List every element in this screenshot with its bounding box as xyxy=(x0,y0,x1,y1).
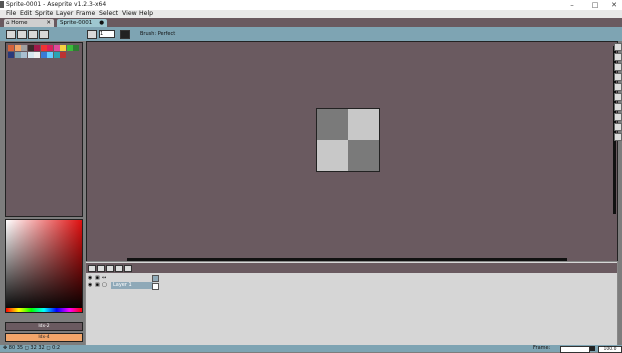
app-icon xyxy=(0,1,4,8)
link-icon[interactable]: ▢ xyxy=(102,282,107,288)
title-bar: Sprite-0001 - Aseprite v1.2.3-x64 – □ ✕ xyxy=(0,0,622,10)
background-color[interactable]: Idx-4 xyxy=(5,333,83,342)
tab-modified-icon[interactable]: ● xyxy=(99,19,104,27)
palette-swatch[interactable] xyxy=(40,52,47,58)
tab-sprite-label: Sprite-0001 xyxy=(60,20,93,26)
tool-icon[interactable] xyxy=(614,103,622,111)
timeline-controls xyxy=(86,263,617,273)
palette-swatch[interactable] xyxy=(60,45,66,51)
pencil-tool-icon[interactable] xyxy=(6,30,16,39)
close-window-button[interactable]: ✕ xyxy=(604,0,622,10)
menu-select[interactable]: Select xyxy=(99,10,118,18)
minimize-button[interactable]: – xyxy=(562,0,582,10)
palette-swatch[interactable] xyxy=(21,45,27,51)
menu-file[interactable]: File xyxy=(6,10,16,18)
tool-icon[interactable] xyxy=(614,93,622,101)
tool-icon[interactable] xyxy=(614,123,622,131)
palette-swatch[interactable] xyxy=(8,45,14,51)
timeline: ◉ ▣ ↔ ◉ ▣ ▢ Layer 1 xyxy=(85,261,618,347)
next-frame-icon[interactable] xyxy=(115,265,123,272)
status-coords: ✥ 80 35 ◻ 32 32 ◻ 0:2 xyxy=(3,345,61,351)
palette-swatch[interactable] xyxy=(53,45,60,51)
sprite-canvas[interactable] xyxy=(316,108,380,172)
brush-type-icon[interactable] xyxy=(87,30,97,39)
lock-icon[interactable]: ▣ xyxy=(95,282,100,288)
menu-frame[interactable]: Frame xyxy=(76,10,95,18)
tab-sprite[interactable]: Sprite-0001 ● xyxy=(57,19,107,27)
tool-icon[interactable] xyxy=(614,53,622,61)
layer-name[interactable]: Layer 1 xyxy=(111,282,153,289)
visibility-header-icon: ◉ xyxy=(88,275,93,281)
palette xyxy=(5,42,83,217)
brush-size-input[interactable]: 1 xyxy=(99,30,115,38)
foreground-color[interactable]: Idx-2 xyxy=(5,322,83,331)
lock-header-icon: ▣ xyxy=(95,275,100,281)
palette-swatch[interactable] xyxy=(14,45,21,51)
checker-cell xyxy=(348,109,379,140)
tool-icon[interactable] xyxy=(614,133,622,141)
menu-layer[interactable]: Layer xyxy=(56,10,73,18)
menu-bar: File Edit Sprite Layer Frame Select View… xyxy=(0,10,622,18)
palette-swatch[interactable] xyxy=(73,45,79,51)
status-bar: ✥ 80 35 ◻ 32 32 ◻ 0:2 Frame: 100.0 xyxy=(0,345,622,353)
tab-home[interactable]: ⌂ Home ✕ xyxy=(4,19,54,27)
palette-swatch[interactable] xyxy=(14,52,21,58)
layer-row[interactable]: ◉ ▣ ▢ Layer 1 xyxy=(86,282,617,290)
palette-swatch[interactable] xyxy=(27,45,34,51)
play-icon[interactable] xyxy=(106,265,114,272)
palette-swatch[interactable] xyxy=(34,52,40,58)
frame-label: Frame: xyxy=(533,345,551,351)
palette-swatch[interactable] xyxy=(47,45,53,51)
prev-frame-icon[interactable] xyxy=(97,265,105,272)
eraser-tool-icon[interactable] xyxy=(28,30,38,39)
first-frame-icon[interactable] xyxy=(88,265,96,272)
tool-icon[interactable] xyxy=(614,83,622,91)
fill-tool-icon[interactable] xyxy=(39,30,49,39)
left-panel: Idx-2 Idx-4 xyxy=(0,41,84,345)
context-toolbar: 1 Brush: Perfect xyxy=(0,27,622,41)
tool-icon[interactable] xyxy=(614,113,622,121)
palette-swatch[interactable] xyxy=(53,52,60,58)
continuous-header-icon: ↔ xyxy=(102,275,107,281)
last-frame-icon[interactable] xyxy=(124,265,132,272)
palette-swatch[interactable] xyxy=(27,52,34,58)
checker-cell xyxy=(317,140,348,171)
menu-view[interactable]: View xyxy=(122,10,137,18)
checker-cell xyxy=(348,140,379,171)
checker-cell xyxy=(317,109,348,140)
canvas-area[interactable] xyxy=(86,41,618,263)
brush-label: Brush: Perfect xyxy=(140,31,176,37)
tool-icon[interactable] xyxy=(614,73,622,81)
palette-swatch[interactable] xyxy=(8,52,14,58)
color-picker[interactable] xyxy=(5,219,83,313)
maximize-button[interactable]: □ xyxy=(585,0,605,10)
tool-icon[interactable] xyxy=(614,63,622,71)
palette-swatch[interactable] xyxy=(60,52,66,58)
timeline-header: ◉ ▣ ↔ xyxy=(86,273,617,282)
window-title: Sprite-0001 - Aseprite v1.2.3-x64 xyxy=(6,1,107,8)
menu-help[interactable]: Help xyxy=(139,10,153,18)
tab-close-icon[interactable]: ✕ xyxy=(46,19,51,27)
menu-edit[interactable]: Edit xyxy=(20,10,32,18)
cel[interactable] xyxy=(152,283,159,290)
home-icon: ⌂ xyxy=(6,20,10,26)
menu-sprite[interactable]: Sprite xyxy=(35,10,53,18)
frame-1-header[interactable] xyxy=(152,275,159,282)
hue-slider[interactable] xyxy=(6,308,82,312)
palette-swatch[interactable] xyxy=(21,52,27,58)
eye-icon[interactable]: ◉ xyxy=(88,282,92,288)
right-tool-strip xyxy=(614,41,622,161)
tab-bar: ⌂ Home ✕ Sprite-0001 ● xyxy=(0,18,622,27)
palette-swatch[interactable] xyxy=(34,45,40,51)
palette-swatch[interactable] xyxy=(40,45,47,51)
brush-tool-icon[interactable] xyxy=(17,30,27,39)
ink-type-icon[interactable] xyxy=(120,30,130,39)
tab-home-label: Home xyxy=(11,20,28,26)
palette-swatch[interactable] xyxy=(66,45,73,51)
tool-icon[interactable] xyxy=(614,43,622,51)
frame-toggle-icon[interactable] xyxy=(590,346,595,351)
palette-swatch[interactable] xyxy=(47,52,53,58)
